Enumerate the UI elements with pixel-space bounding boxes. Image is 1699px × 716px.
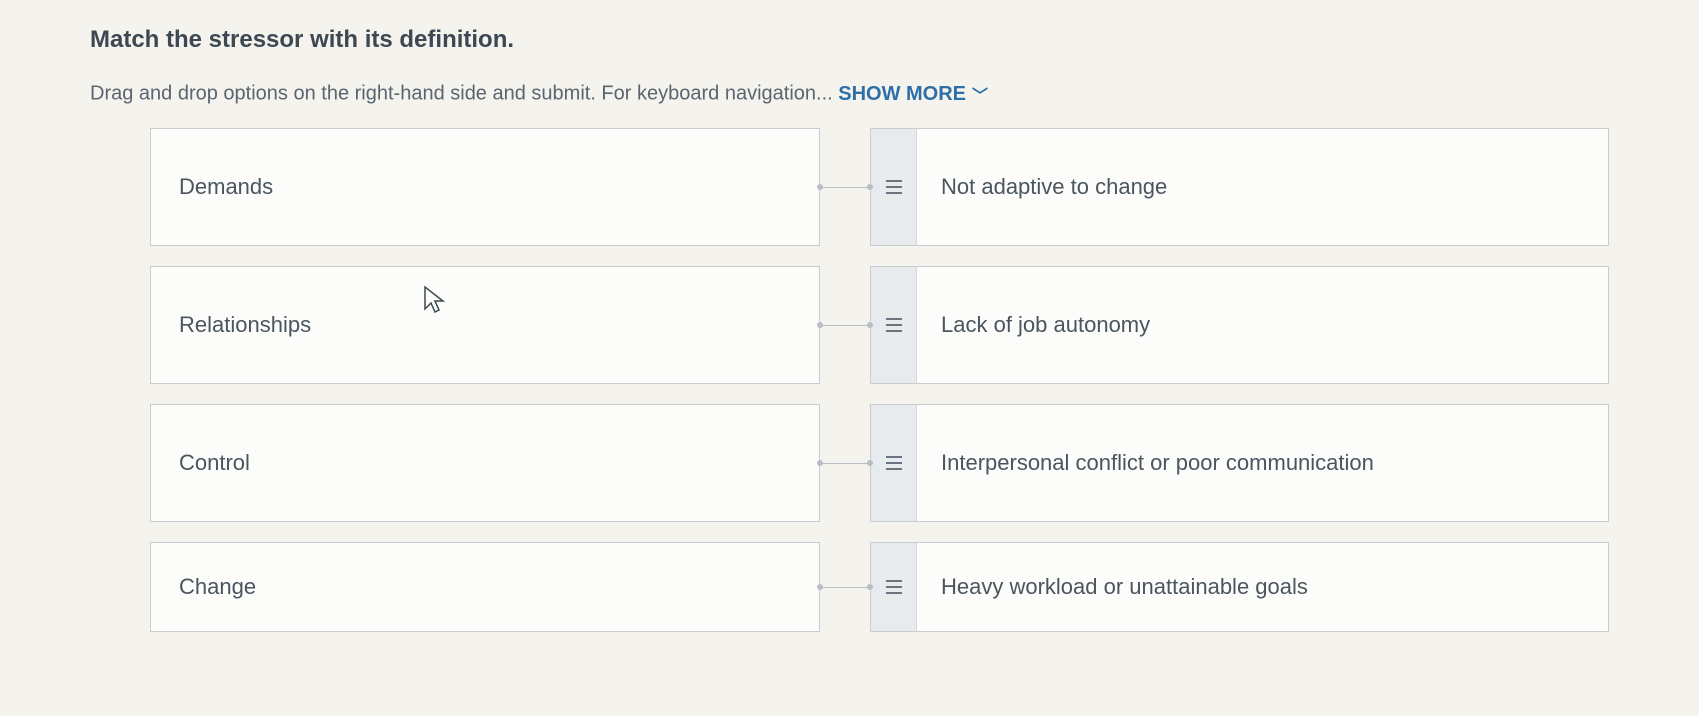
instructions: Drag and drop options on the right-hand … xyxy=(90,82,1609,106)
connector-line xyxy=(820,463,870,464)
stressor-box: Control xyxy=(150,404,820,522)
drag-handle-icon[interactable] xyxy=(871,543,917,631)
definition-label: Not adaptive to change xyxy=(917,174,1191,200)
definition-label: Interpersonal conflict or poor communica… xyxy=(917,450,1398,476)
match-row: Relationships Lack of job autonomy xyxy=(150,266,1609,384)
stressor-label: Demands xyxy=(179,174,273,200)
definition-label: Lack of job autonomy xyxy=(917,312,1174,338)
connector-line xyxy=(820,587,870,588)
stressor-box: Demands xyxy=(150,128,820,246)
stressor-label: Relationships xyxy=(179,312,311,338)
drag-handle-icon[interactable] xyxy=(871,405,917,521)
connector-line xyxy=(820,325,870,326)
match-row: Change Heavy workload or unattainable go… xyxy=(150,542,1609,632)
definition-box[interactable]: Interpersonal conflict or poor communica… xyxy=(870,404,1609,522)
question-title: Match the stressor with its definition. xyxy=(90,26,1609,54)
match-row: Control Interpersonal conflict or poor c… xyxy=(150,404,1609,522)
stressor-label: Change xyxy=(179,574,256,600)
definition-box[interactable]: Lack of job autonomy xyxy=(870,266,1609,384)
stressor-label: Control xyxy=(179,450,250,476)
stressor-box: Relationships xyxy=(150,266,820,384)
stressor-box: Change xyxy=(150,542,820,632)
drag-handle-icon[interactable] xyxy=(871,129,917,245)
drag-handle-icon[interactable] xyxy=(871,267,917,383)
matching-area: Demands Not adaptive to change Relations… xyxy=(90,128,1609,632)
connector-line xyxy=(820,187,870,188)
definition-box[interactable]: Heavy workload or unattainable goals xyxy=(870,542,1609,632)
definition-label: Heavy workload or unattainable goals xyxy=(917,574,1332,600)
chevron-down-icon: ﹀ xyxy=(972,82,988,106)
show-more-link[interactable]: SHOW MORE ﹀ xyxy=(838,82,988,106)
match-row: Demands Not adaptive to change xyxy=(150,128,1609,246)
definition-box[interactable]: Not adaptive to change xyxy=(870,128,1609,246)
show-more-label: SHOW MORE xyxy=(838,83,966,106)
instructions-text: Drag and drop options on the right-hand … xyxy=(90,83,838,105)
